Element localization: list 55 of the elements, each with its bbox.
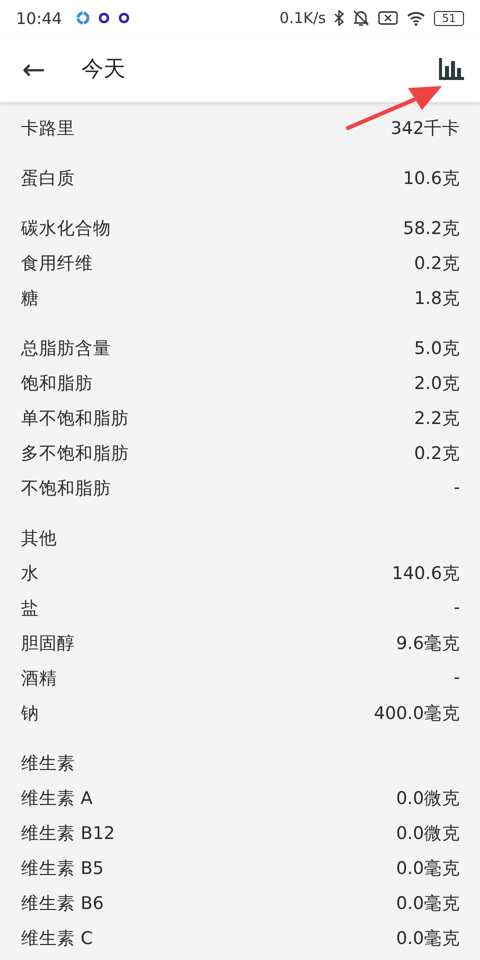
nutrient-value: 0.0微克 bbox=[396, 788, 460, 810]
nutrient-name: 食用纤维 bbox=[21, 252, 93, 274]
status-time: 10:44 bbox=[16, 8, 62, 28]
nutrient-name: 总脂肪含量 bbox=[21, 338, 111, 360]
ring-icon bbox=[98, 12, 110, 24]
nutrient-name: 酒精 bbox=[21, 668, 57, 690]
nutrient-value: 1.8克 bbox=[414, 288, 460, 310]
page-title: 今天 bbox=[81, 56, 126, 84]
nutrient-value: - bbox=[454, 478, 460, 498]
nutrient-name: 维生素 A bbox=[21, 788, 93, 810]
section-title: 维生素 bbox=[21, 752, 75, 774]
nutrient-value: 0.2克 bbox=[414, 442, 460, 464]
nutrient-name: 多不饱和脂肪 bbox=[21, 442, 129, 464]
nutrient-value: 140.6克 bbox=[392, 562, 460, 584]
nutrient-name: 糖 bbox=[21, 288, 39, 310]
nutrient-value: 5.0克 bbox=[414, 338, 460, 360]
nutrient-name: 维生素 B6 bbox=[21, 892, 104, 914]
nutrient-name: 盐 bbox=[21, 598, 39, 620]
nutrient-name: 维生素 C bbox=[21, 928, 93, 950]
nutrient-name: 维生素 B5 bbox=[21, 858, 104, 880]
nutrient-name: 碳水化合物 bbox=[21, 218, 111, 240]
network-speed: 0.1K/s bbox=[279, 9, 326, 27]
nutrient-value: 9.6毫克 bbox=[396, 632, 460, 654]
section-title: 其他 bbox=[21, 528, 57, 550]
nutrient-value: 0.0毫克 bbox=[396, 892, 460, 914]
nutrient-value: - bbox=[454, 668, 460, 688]
nutrient-name: 单不饱和脂肪 bbox=[21, 408, 129, 430]
nutrient-name: 卡路里 bbox=[21, 118, 75, 140]
nutrient-value: - bbox=[454, 598, 460, 618]
ring-icon bbox=[118, 12, 130, 24]
nutrient-name: 不饱和脂肪 bbox=[21, 478, 111, 500]
sim-icon bbox=[378, 10, 398, 26]
nutrient-name: 水 bbox=[21, 562, 39, 584]
nutrient-name: 维生素 B12 bbox=[21, 822, 115, 844]
nutrient-name: 胆固醇 bbox=[21, 632, 75, 654]
battery-indicator: 51 bbox=[434, 10, 464, 26]
nutrient-value: 2.0克 bbox=[414, 372, 460, 394]
nutrient-value: 2.2克 bbox=[414, 408, 460, 430]
nutrient-value: 58.2克 bbox=[403, 218, 460, 240]
nutrient-value: 342千卡 bbox=[390, 118, 460, 140]
nutrient-name: 钠 bbox=[21, 702, 39, 724]
nutrient-name: 饱和脂肪 bbox=[21, 372, 93, 394]
nutrient-value: 400.0毫克 bbox=[374, 702, 460, 724]
app-notification-icon bbox=[76, 11, 90, 25]
bell-muted-icon bbox=[352, 9, 370, 27]
nutrient-value: 0.2克 bbox=[414, 252, 460, 274]
bluetooth-icon bbox=[334, 10, 344, 26]
nutrient-name: 蛋白质 bbox=[21, 168, 75, 190]
wifi-icon bbox=[406, 10, 426, 26]
nutrient-value: 10.6克 bbox=[403, 168, 460, 190]
nutrient-value: 0.0毫克 bbox=[396, 858, 460, 880]
nutrient-value: 0.0毫克 bbox=[396, 928, 460, 950]
back-button[interactable]: ← bbox=[14, 52, 54, 86]
bar-chart-icon[interactable] bbox=[438, 58, 464, 80]
nutrient-value: 0.0微克 bbox=[396, 822, 460, 844]
